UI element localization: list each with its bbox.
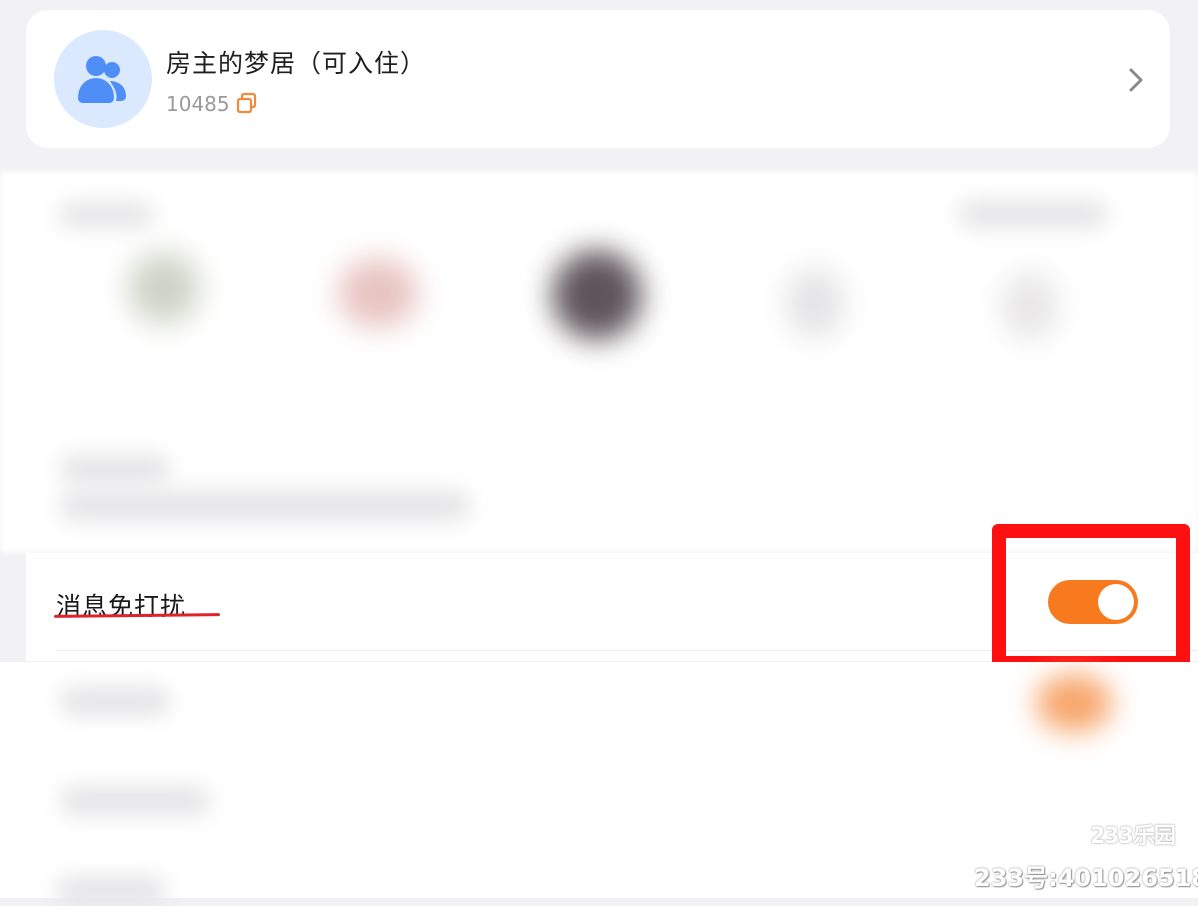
blurred-text (60, 686, 170, 716)
blurred-members-section (0, 172, 1198, 552)
blurred-avatar (786, 268, 844, 338)
blurred-avatar (1002, 272, 1058, 340)
blurred-avatar (552, 250, 642, 340)
blurred-text (60, 786, 210, 816)
blurred-text (60, 454, 170, 484)
group-id: 10485 (166, 92, 230, 116)
blurred-text (56, 876, 166, 906)
watermark-logo: 233乐园 (1090, 824, 1176, 849)
blurred-text (958, 200, 1108, 228)
blurred-toggle (1036, 674, 1112, 732)
blurred-avatar (338, 258, 418, 328)
blurred-avatar (128, 252, 200, 324)
group-name: 房主的梦居（可入住） (166, 49, 427, 78)
group-avatar (54, 30, 152, 128)
chevron-right-icon[interactable] (1126, 65, 1146, 95)
watermark-account: 233号:401026518 (974, 864, 1198, 892)
annotation-highlight-box (992, 524, 1190, 670)
group-users-icon (78, 56, 126, 103)
group-info-card[interactable]: 房主的梦居（可入住） 10485 (26, 10, 1170, 148)
copy-icon[interactable] (236, 92, 258, 114)
blurred-text (58, 202, 154, 228)
blurred-text (60, 490, 470, 522)
